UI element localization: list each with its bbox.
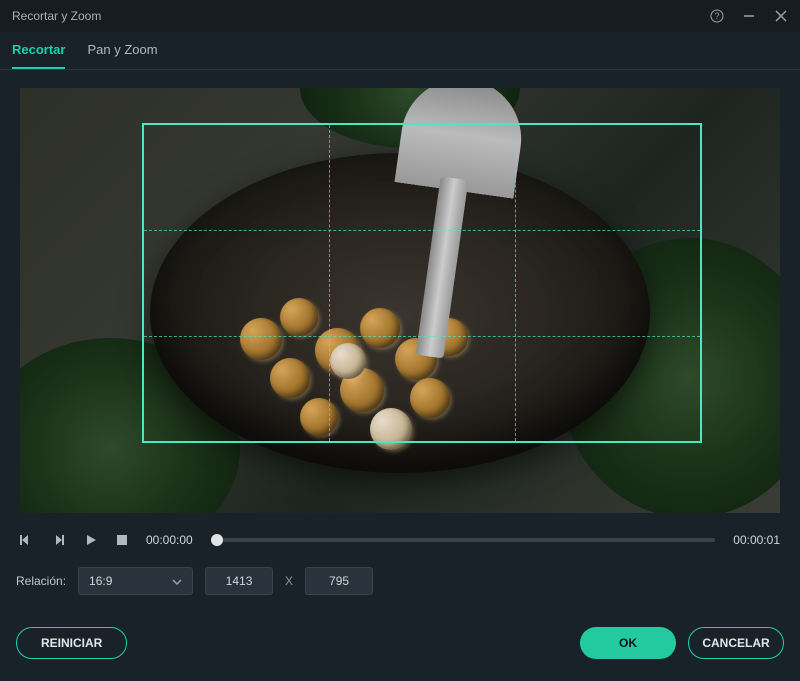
cancel-button[interactable]: CANCELAR xyxy=(688,627,784,659)
window-title: Recortar y Zoom xyxy=(12,9,101,23)
svg-text:?: ? xyxy=(714,11,719,21)
chevron-down-icon xyxy=(172,574,182,588)
play-button[interactable] xyxy=(84,533,98,547)
width-input[interactable]: 1413 xyxy=(205,567,273,595)
dimension-separator: X xyxy=(285,574,293,588)
preview-area xyxy=(0,70,800,523)
prev-frame-button[interactable] xyxy=(20,533,34,547)
total-time: 00:00:01 xyxy=(733,533,780,547)
current-time: 00:00:00 xyxy=(146,533,193,547)
ratio-bar: Relación: 16:9 1413 X 795 xyxy=(0,557,800,605)
ratio-dropdown[interactable]: 16:9 xyxy=(78,567,193,595)
ratio-label: Relación: xyxy=(16,574,66,588)
stop-button[interactable] xyxy=(116,534,128,546)
ok-button[interactable]: OK xyxy=(580,627,676,659)
titlebar-controls: ? xyxy=(710,9,788,23)
footer: REINICIAR OK CANCELAR xyxy=(0,605,800,681)
reset-button[interactable]: REINICIAR xyxy=(16,627,127,659)
playback-bar: 00:00:00 00:00:01 xyxy=(0,523,800,557)
tabs: Recortar Pan y Zoom xyxy=(0,32,800,70)
height-input[interactable]: 795 xyxy=(305,567,373,595)
timeline-slider[interactable] xyxy=(211,538,716,542)
ratio-value: 16:9 xyxy=(89,574,112,588)
minimize-icon[interactable] xyxy=(742,9,756,23)
help-icon[interactable]: ? xyxy=(710,9,724,23)
tab-pan-zoom[interactable]: Pan y Zoom xyxy=(87,42,157,69)
timeline-handle[interactable] xyxy=(211,534,223,546)
video-preview[interactable] xyxy=(20,88,780,513)
preview-background xyxy=(20,88,780,513)
close-icon[interactable] xyxy=(774,9,788,23)
titlebar: Recortar y Zoom ? xyxy=(0,0,800,32)
next-frame-button[interactable] xyxy=(52,533,66,547)
tab-recortar[interactable]: Recortar xyxy=(12,42,65,69)
